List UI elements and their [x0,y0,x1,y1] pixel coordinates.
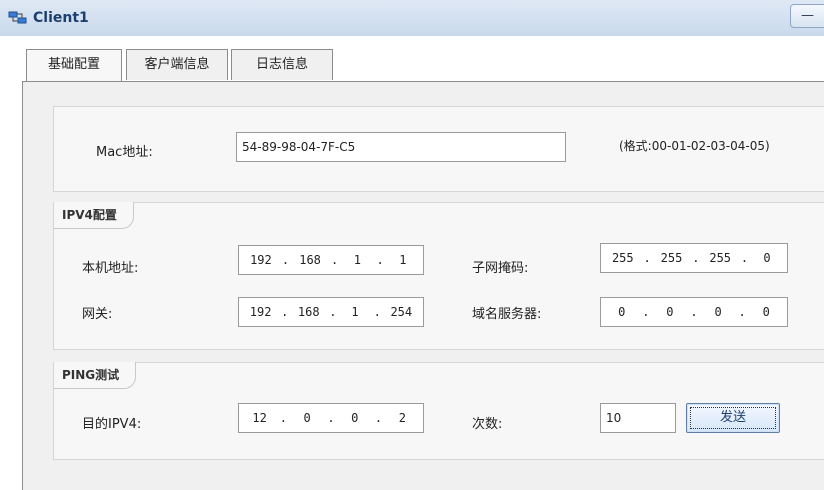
local-address-label: 本机地址: [82,261,139,276]
mac-section: Mac地址: 54-89-98-04-7F-C5 (格式:00-01-02-03… [53,106,824,192]
tab-label: 客户端信息 [144,57,210,72]
ip-octet: 0 [618,305,626,319]
gateway-label: 网关: [82,307,113,322]
ipv4-section: IPV4配置 本机地址: 192. 168. 1. 1 子网掩码: 255. 2… [53,202,824,350]
subnet-mask-label: 子网掩码: [472,261,529,276]
tab-client-info[interactable]: 客户端信息 [126,49,228,80]
ipv4-section-title: IPV4配置 [54,202,134,229]
ip-octet: 255 [660,251,683,265]
minimize-button[interactable]: — [790,4,824,28]
dns-server-label: 域名服务器: [472,307,542,322]
ip-octet: 0 [762,305,770,319]
ip-octet: 192 [249,305,272,319]
tab-log-info[interactable]: 日志信息 [231,49,333,80]
dest-ipv4-label: 目的IPV4: [82,417,142,432]
ip-octet: 0 [303,411,311,425]
mac-input[interactable]: 54-89-98-04-7F-C5 [236,132,566,162]
ping-count-label: 次数: [472,417,503,432]
ip-octet: 255 [611,251,634,265]
ping-section-title: PING测试 [54,362,137,389]
ip-octet: 0 [666,305,674,319]
mac-label: Mac地址: [96,145,153,160]
tab-bar: 基础配置 客户端信息 日志信息 [0,36,824,82]
focus-ring [690,407,776,429]
ip-octet: 254 [390,305,413,319]
gateway-input[interactable]: 192. 168. 1. 254 [238,297,424,327]
network-client-icon [8,10,28,26]
ip-octet: 1 [353,253,362,267]
tab-label: 基础配置 [47,57,100,72]
ip-octet: 0 [714,305,722,319]
subnet-mask-input[interactable]: 255. 255. 255. 0 [600,243,788,273]
basic-config-panel: Mac地址: 54-89-98-04-7F-C5 (格式:00-01-02-03… [22,82,824,490]
ip-octet: 168 [299,253,321,267]
ip-octet: 1 [351,305,359,319]
dns-server-input[interactable]: 0. 0. 0. 0 [600,297,788,327]
client-window: Client1 — 基础配置 客户端信息 日志信息 Mac地址: 54-89-9… [0,0,824,490]
ip-octet: 168 [297,305,320,319]
send-button[interactable]: 发送 [686,403,780,433]
ip-octet: 12 [252,411,267,425]
ping-count-input[interactable]: 10 [600,403,676,433]
tab-basic-config[interactable]: 基础配置 [26,49,122,81]
ip-octet: 1 [399,253,407,267]
title-bar[interactable]: Client1 — [0,0,824,37]
mac-format-hint: (格式:00-01-02-03-04-05) [619,139,770,153]
ip-octet: 192 [250,253,272,267]
ip-octet: 2 [398,411,406,425]
ip-octet: 255 [709,251,732,265]
ping-section: PING测试 目的IPV4: 12. 0. 0. 2 次数: 10 发送 [53,362,824,460]
local-address-input[interactable]: 192. 168. 1. 1 [238,245,424,275]
ip-octet: 0 [763,251,771,265]
minimize-icon: — [801,8,814,23]
tab-label: 日志信息 [255,57,308,72]
window-title: Client1 [33,10,89,26]
dest-ipv4-input[interactable]: 12. 0. 0. 2 [238,403,424,433]
ip-octet: 0 [351,411,359,425]
